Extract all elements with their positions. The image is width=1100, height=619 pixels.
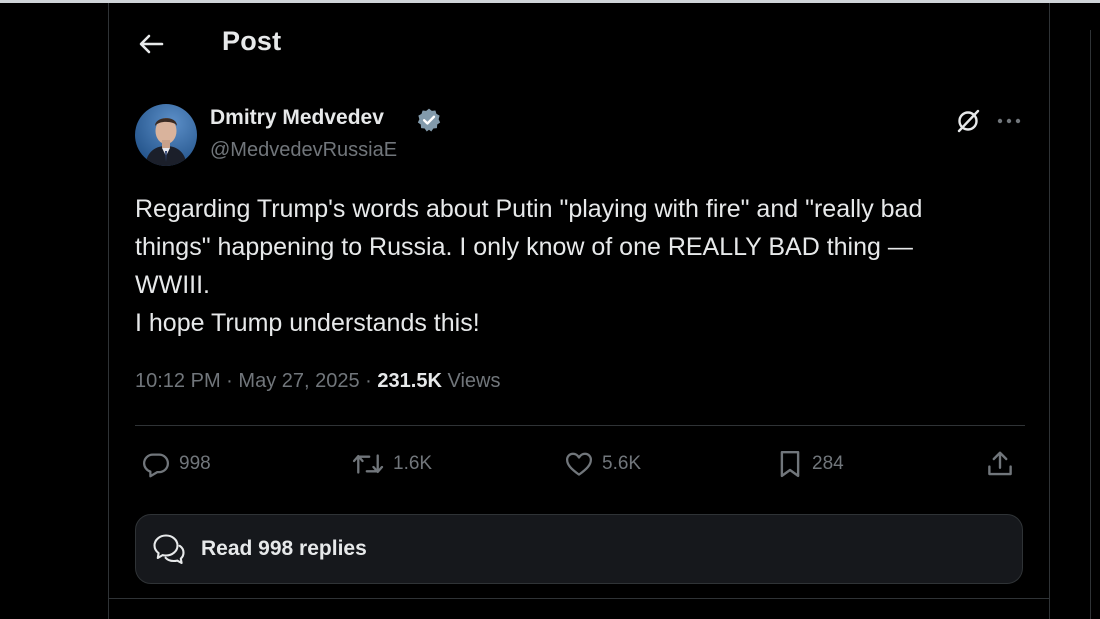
repost-button[interactable]: 1.6K [351, 446, 432, 482]
meta-separator: · [365, 370, 372, 392]
author-handle[interactable]: @MedvedevRussiaE [210, 139, 397, 162]
post-text-line: I hope Trump understands this! [135, 309, 480, 337]
post-bottom-divider [109, 598, 1049, 599]
verified-badge-icon[interactable] [416, 107, 442, 133]
bookmark-button[interactable]: 284 [776, 446, 844, 482]
bookmark-icon [780, 450, 800, 478]
read-replies-button[interactable]: Read 998 replies [135, 514, 1023, 584]
more-options-button[interactable] [994, 106, 1024, 136]
post-date[interactable]: May 27, 2025 [238, 370, 359, 392]
reply-icon [143, 453, 169, 478]
post-metadata: 10:12 PM · May 27, 2025 · 231.5K Views [135, 370, 500, 393]
arrow-left-icon [139, 34, 164, 54]
grok-button[interactable] [953, 106, 983, 136]
meta-separator: · [226, 370, 233, 392]
reply-button[interactable]: 998 [141, 446, 211, 482]
heart-icon [566, 452, 592, 476]
repost-count: 1.6K [393, 453, 433, 474]
read-replies-label: Read 998 replies [201, 537, 367, 560]
page-title: Post [222, 26, 282, 56]
back-button[interactable] [135, 30, 167, 58]
chat-bubbles-icon [151, 531, 187, 567]
author-display-name[interactable]: Dmitry Medvedev [210, 106, 384, 130]
bookmark-count: 284 [812, 453, 844, 474]
share-icon [988, 451, 1012, 476]
repost-icon [352, 454, 384, 474]
post-text-line: WWIII. [135, 271, 210, 299]
post-text-line: things" happening to Russia. I only know… [135, 233, 913, 261]
column-border-left [108, 3, 109, 619]
avatar[interactable] [135, 104, 197, 166]
like-button[interactable]: 5.6K [564, 446, 641, 482]
views-label: Views [447, 370, 501, 392]
share-button[interactable] [985, 446, 1015, 482]
like-count: 5.6K [602, 453, 642, 474]
grok-icon [957, 109, 980, 133]
post-text: Regarding Trump's words about Putin "pla… [135, 190, 1025, 342]
sidebar-border [1090, 30, 1091, 619]
views-count[interactable]: 231.5K [377, 370, 442, 392]
post-text-line: Regarding Trump's words about Putin "pla… [135, 195, 923, 223]
more-horizontal-icon [997, 118, 1021, 124]
post-time[interactable]: 10:12 PM [135, 370, 221, 392]
window-top-edge [0, 0, 1100, 3]
column-border-right [1049, 3, 1050, 619]
reply-count: 998 [179, 453, 211, 474]
actions-divider [135, 425, 1025, 426]
